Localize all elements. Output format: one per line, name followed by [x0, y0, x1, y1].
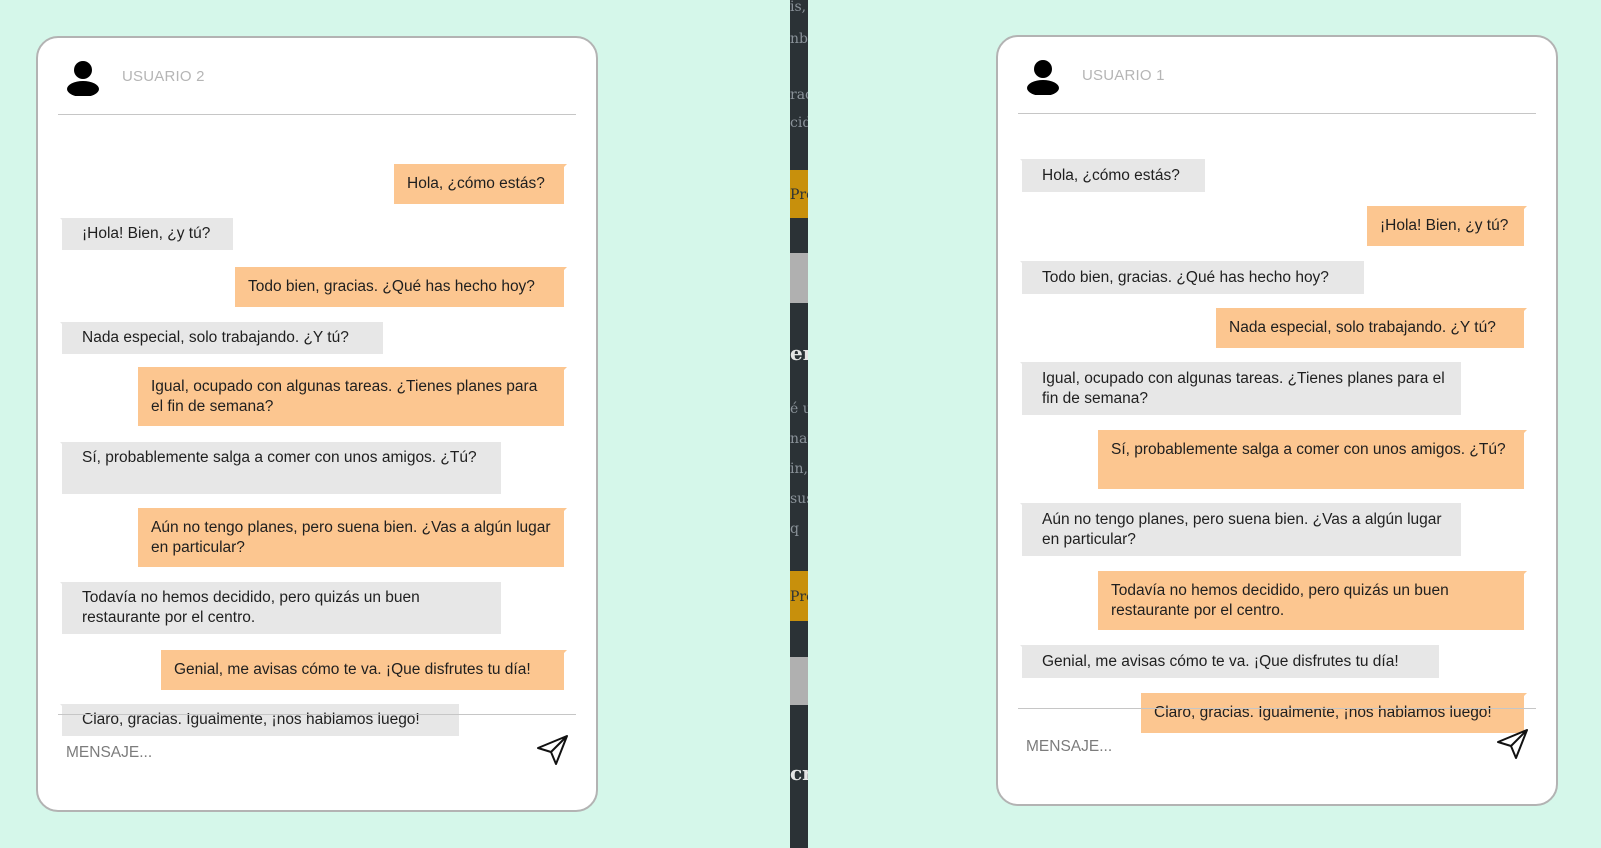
message-bubble-sent: Todavía no hemos decidido, pero quizás u… — [1098, 571, 1527, 630]
message-bubble-received: Todavía no hemos decidido, pero quizás u… — [60, 582, 501, 634]
message-bubble-sent: Genial, me avisas cómo te va. ¡Que disfr… — [161, 650, 567, 690]
chat-window-usuario-2: USUARIO 2 Hola, ¿cómo estás? ¡Hola! Bien,… — [36, 36, 598, 812]
divider-text: Pro — [790, 187, 808, 203]
divider-text: é u — [790, 401, 808, 417]
message-bubble-sent: ¡Hola! Bien, ¿y tú? — [1367, 206, 1527, 246]
message-bubble-received: Hola, ¿cómo estás? — [1020, 159, 1205, 192]
message-input[interactable] — [66, 741, 486, 765]
chat-username: USUARIO 1 — [1082, 67, 1165, 84]
paper-plane-icon[interactable] — [1496, 727, 1530, 761]
chat-username: USUARIO 2 — [122, 68, 205, 85]
message-bubble-received: Aún no tengo planes, pero suena bien. ¿V… — [1020, 503, 1461, 556]
divider-text: er — [790, 344, 808, 362]
user-icon — [67, 61, 99, 96]
user-icon — [1027, 60, 1059, 95]
divider-gray-block — [790, 253, 808, 303]
divider-text: sus — [790, 491, 808, 507]
divider-text: Pro — [790, 589, 808, 605]
message-bubble-sent: Igual, ocupado con algunas tareas. ¿Tien… — [138, 367, 567, 426]
message-bubble-received: Genial, me avisas cómo te va. ¡Que disfr… — [1020, 645, 1439, 678]
message-bubble-sent: Nada especial, solo trabajando. ¿Y tú? — [1216, 308, 1527, 348]
chat-header: USUARIO 1 — [1018, 37, 1536, 114]
divider-text: rac — [790, 87, 808, 103]
message-bubble-received: Nada especial, solo trabajando. ¿Y tú? — [60, 322, 383, 354]
chat-window-usuario-1: USUARIO 1 Hola, ¿cómo estás? ¡Hola! Bien,… — [996, 35, 1558, 806]
divider-gray-block — [790, 657, 808, 705]
message-bubble-sent: Todo bien, gracias. ¿Qué has hecho hoy? — [235, 267, 567, 307]
divider-text: nbi — [790, 31, 808, 47]
message-input[interactable] — [1026, 735, 1446, 759]
divider-text: nar — [790, 431, 808, 447]
background-app-strip: is, d nbi rac cid Pro er é u nar in, sus… — [790, 0, 808, 848]
message-bubble-received: Igual, ocupado con algunas tareas. ¿Tien… — [1020, 362, 1461, 415]
message-composer — [58, 714, 576, 785]
divider-text: q — [790, 521, 799, 537]
divider-text: cid — [790, 115, 808, 131]
divider-text: cr — [790, 764, 808, 782]
message-bubble-received: ¡Hola! Bien, ¿y tú? — [60, 218, 233, 250]
chat-header: USUARIO 2 — [58, 38, 576, 115]
message-bubble-received: Sí, probablemente salga a comer con unos… — [60, 442, 501, 494]
divider-text: is, d — [790, 0, 808, 15]
divider-text: in, — [790, 461, 808, 477]
message-bubble-received: Todo bien, gracias. ¿Qué has hecho hoy? — [1020, 261, 1364, 294]
message-bubble-sent: Sí, probablemente salga a comer con unos… — [1098, 430, 1527, 489]
message-bubble-sent: Aún no tengo planes, pero suena bien. ¿V… — [138, 508, 567, 567]
message-bubble-sent: Hola, ¿cómo estás? — [394, 164, 567, 204]
paper-plane-icon[interactable] — [536, 733, 570, 767]
message-composer — [1018, 708, 1536, 779]
